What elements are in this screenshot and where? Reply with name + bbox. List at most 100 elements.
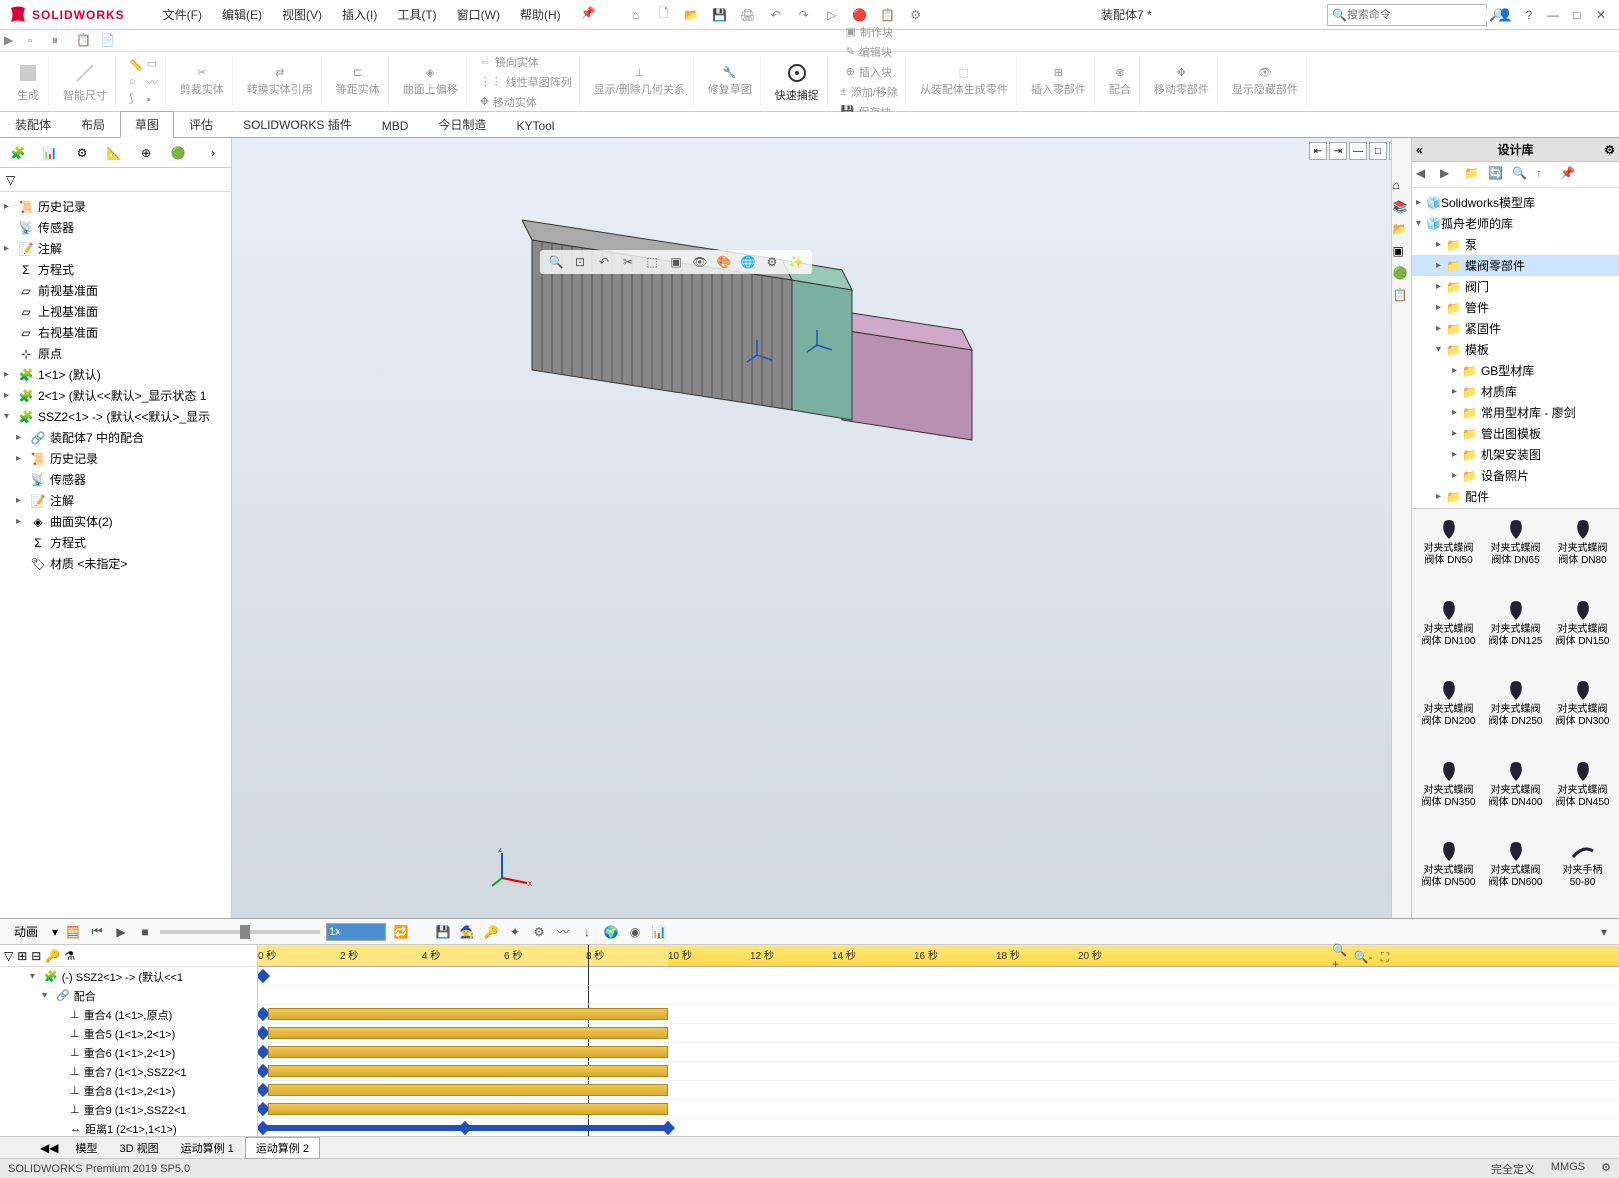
- view-orient-icon[interactable]: ⬚: [642, 252, 662, 272]
- appearance-tab-icon[interactable]: 🟢: [164, 141, 192, 165]
- lib-folder[interactable]: ▸📁管件: [1412, 297, 1619, 318]
- stop-icon[interactable]: ■: [136, 923, 154, 941]
- lib-forward-icon[interactable]: ▶: [1440, 166, 1458, 184]
- speed-input[interactable]: [326, 923, 386, 941]
- move-button[interactable]: ✥移动实体: [479, 93, 573, 111]
- repair-button[interactable]: 🔧修复草图: [706, 64, 754, 99]
- tab-addins[interactable]: SOLIDWORKS 插件: [228, 111, 367, 138]
- panel-settings-icon[interactable]: ⚙: [1604, 143, 1615, 157]
- loop-icon[interactable]: 🔁: [392, 923, 410, 941]
- force-icon[interactable]: ↓: [578, 923, 596, 941]
- lib-folder[interactable]: ▸📁设备照片: [1412, 465, 1619, 486]
- spline-tool[interactable]: 〰: [146, 73, 159, 91]
- timeline-row-mates[interactable]: [258, 986, 1619, 1005]
- qat-btn-2[interactable]: ▫: [28, 33, 44, 49]
- lib-folder[interactable]: ▾📁模板: [1412, 339, 1619, 360]
- thumbnail-item[interactable]: 对夹式蝶阀阀体 DN350: [1416, 755, 1481, 834]
- design-library-tree[interactable]: ▸🧊 Solidworks模型库 ▾🧊 孤舟老师的库 ▸📁泵▸📁蝶阀零部件▸📁阀…: [1412, 188, 1619, 508]
- create-button[interactable]: 生成: [14, 59, 42, 105]
- maximize-icon[interactable]: □: [1567, 5, 1587, 25]
- scene-icon[interactable]: 🌐: [738, 252, 758, 272]
- tree-item[interactable]: ▱右视基准面: [0, 322, 231, 343]
- from-assembly-button[interactable]: ⬚从装配体生成零件: [918, 64, 1010, 99]
- timeline-row-dist1[interactable]: [258, 1119, 1619, 1136]
- tab-3dview[interactable]: 3D 视图: [108, 1137, 169, 1159]
- taskpane-property-icon[interactable]: 📋: [1393, 288, 1411, 306]
- spring-icon[interactable]: 〰: [554, 923, 572, 941]
- panel-more-icon[interactable]: ›: [199, 141, 227, 165]
- tab-motion2[interactable]: 运动算例 2: [245, 1137, 320, 1159]
- rect-tool[interactable]: ▭: [146, 56, 159, 71]
- mate-button[interactable]: ⊗配合: [1107, 64, 1133, 99]
- tree-item[interactable]: ▸📝注解: [0, 490, 231, 511]
- status-gear-icon[interactable]: ⚙: [1601, 1161, 1611, 1177]
- tab-layout[interactable]: 布局: [66, 111, 120, 138]
- thumbnail-item[interactable]: 对夹式蝶阀阀体 DN600: [1483, 835, 1548, 914]
- settings-icon[interactable]: ⚙: [906, 5, 926, 25]
- timeline-row-c8[interactable]: [258, 1081, 1619, 1100]
- search-input[interactable]: [1347, 9, 1489, 21]
- thumbnail-item[interactable]: 对夹式蝶阀阀体 DN300: [1550, 674, 1615, 753]
- thumbnail-item[interactable]: 对夹式蝶阀阀体 DN80: [1550, 513, 1615, 592]
- thumbnail-item[interactable]: 对夹式蝶阀阀体 DN150: [1550, 594, 1615, 673]
- tab-model[interactable]: 模型: [64, 1137, 108, 1159]
- select-icon[interactable]: ▷: [822, 5, 842, 25]
- gravity-icon[interactable]: 🌍: [602, 923, 620, 941]
- config-tab-icon[interactable]: ⚙: [68, 141, 96, 165]
- lib-root-1[interactable]: ▸🧊 Solidworks模型库: [1412, 192, 1619, 213]
- anim-dropdown-icon[interactable]: ▾: [52, 925, 58, 939]
- lib-folder[interactable]: ▸📁紧固件: [1412, 318, 1619, 339]
- play-icon[interactable]: ▶: [4, 33, 20, 49]
- redo-icon[interactable]: ↷: [794, 5, 814, 25]
- tl-collapse-icon[interactable]: ⊟: [31, 949, 41, 963]
- tree-item[interactable]: ▸📜历史记录: [0, 196, 231, 217]
- calc-icon[interactable]: 🧮: [64, 923, 82, 941]
- tree-item[interactable]: ▸🔗装配体7 中的配合: [0, 427, 231, 448]
- menu-view[interactable]: 视图(V): [272, 2, 332, 27]
- menu-tools[interactable]: 工具(T): [387, 2, 446, 27]
- render-icon[interactable]: ✨: [786, 252, 806, 272]
- help-icon[interactable]: ?: [1519, 5, 1539, 25]
- close-icon[interactable]: ✕: [1591, 5, 1611, 25]
- thumbnail-item[interactable]: 对夹式蝶阀阀体 DN250: [1483, 674, 1548, 753]
- tree-item[interactable]: 📡传感器: [0, 469, 231, 490]
- lib-folder[interactable]: ▸📁常用型材库 - 廖剑: [1412, 402, 1619, 423]
- tree-item[interactable]: ▸📜历史记录: [0, 448, 231, 469]
- prev-view-icon[interactable]: ↶: [594, 252, 614, 272]
- design-library-thumbnails[interactable]: 对夹式蝶阀阀体 DN50对夹式蝶阀阀体 DN65对夹式蝶阀阀体 DN80对夹式蝶…: [1412, 508, 1619, 918]
- collapse-timeline-icon[interactable]: ▾: [1595, 923, 1613, 941]
- tab-mbd[interactable]: MBD: [367, 114, 424, 138]
- view-settings-icon[interactable]: ⚙: [762, 252, 782, 272]
- thumbnail-item[interactable]: 对夹手柄 50-80: [1550, 835, 1615, 914]
- lib-folder[interactable]: ▸📁泵: [1412, 234, 1619, 255]
- timeline-tree-item[interactable]: ⊥重合9 (1<1>,SSZ2<1: [0, 1100, 257, 1119]
- print-icon[interactable]: 🖨: [738, 5, 758, 25]
- new-icon[interactable]: 🗋: [654, 5, 674, 25]
- thumbnail-item[interactable]: 对夹式蝶阀阀体 DN450: [1550, 755, 1615, 834]
- addkey-icon[interactable]: ✦: [506, 923, 524, 941]
- taskpane-library-icon[interactable]: 📚: [1393, 200, 1411, 218]
- lib-folder[interactable]: ▸📁材质库: [1412, 381, 1619, 402]
- menu-help[interactable]: 帮助(H): [510, 2, 571, 27]
- edit-block-button[interactable]: ✎编辑块: [845, 43, 894, 61]
- timeline-row-c5[interactable]: [258, 1024, 1619, 1043]
- vp-minimize-icon[interactable]: —: [1349, 142, 1367, 160]
- thumbnail-item[interactable]: 对夹式蝶阀阀体 DN500: [1416, 835, 1481, 914]
- move-part-button[interactable]: ✥移动零部件: [1152, 64, 1211, 99]
- insert-block-button[interactable]: ⊕插入块: [845, 63, 894, 81]
- tl-key-icon[interactable]: 🔑: [45, 949, 60, 963]
- feature-tree[interactable]: ▸📜历史记录📡传感器▸📝注解Σ方程式▱前视基准面▱上视基准面▱右视基准面⊹原点▸…: [0, 192, 231, 918]
- motor-icon[interactable]: ⚙: [530, 923, 548, 941]
- timeline-tree-item[interactable]: ⊥重合7 (1<1>,SSZ2<1: [0, 1062, 257, 1081]
- status-units[interactable]: MMGS: [1551, 1161, 1585, 1177]
- arc-tool[interactable]: ⟆: [128, 91, 144, 106]
- lib-folder[interactable]: ▸📁蝶阀零部件: [1412, 255, 1619, 276]
- property-tab-icon[interactable]: 📊: [36, 141, 64, 165]
- showhide-button[interactable]: 👁显示隐藏部件: [1230, 64, 1300, 99]
- zoom-fit-icon[interactable]: 🔍: [546, 252, 566, 272]
- menu-insert[interactable]: 插入(I): [332, 2, 387, 27]
- thumbnail-item[interactable]: 对夹式蝶阀阀体 DN50: [1416, 513, 1481, 592]
- lib-refresh-icon[interactable]: 🔄: [1488, 166, 1506, 184]
- appearance-icon[interactable]: 🎨: [714, 252, 734, 272]
- taskpane-explorer-icon[interactable]: 📂: [1393, 222, 1411, 240]
